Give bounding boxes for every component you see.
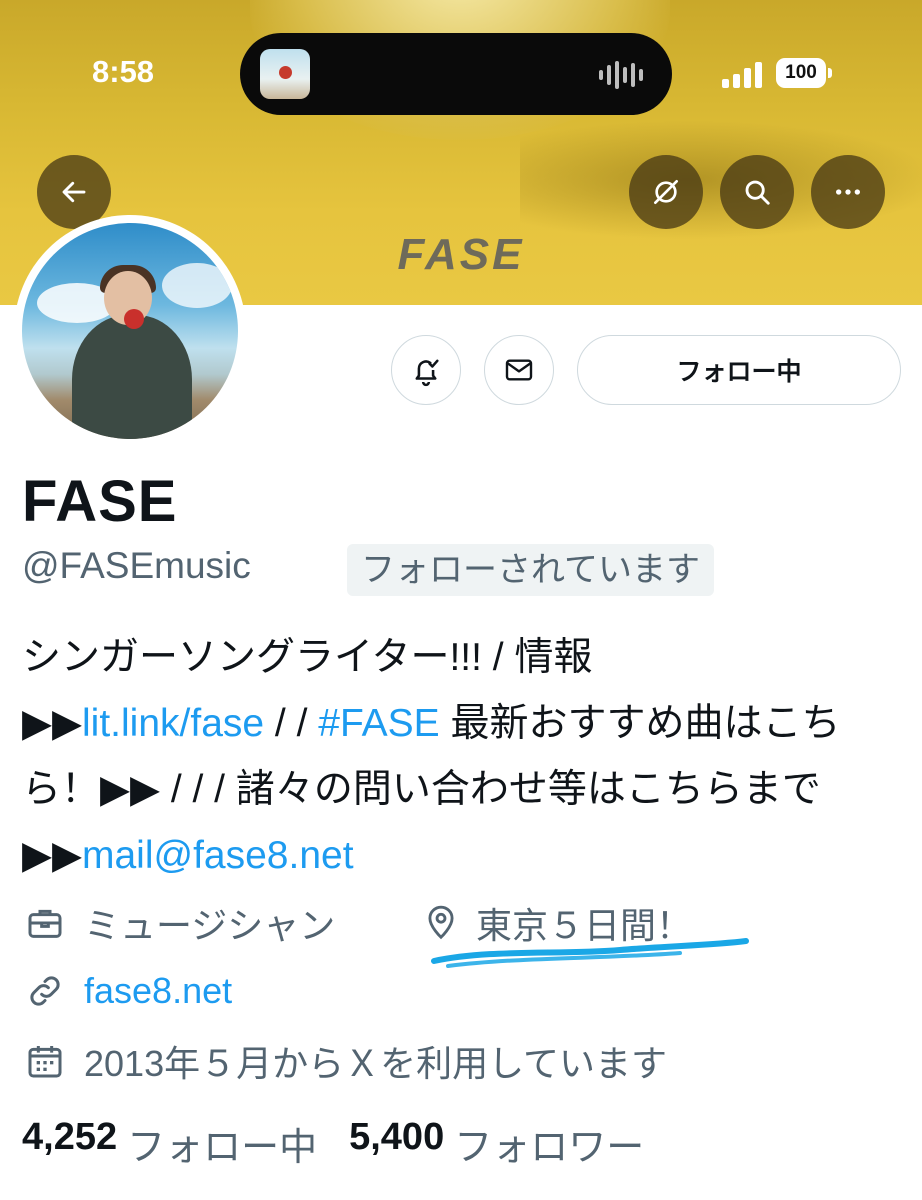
bio-hashtag-fase[interactable]: #FASE bbox=[318, 702, 439, 745]
now-playing-artwork bbox=[260, 49, 310, 99]
cellular-signal-icon bbox=[722, 62, 762, 88]
follows-you-badge: フォローされています bbox=[347, 544, 714, 596]
status-time: 8:58 bbox=[92, 54, 155, 89]
bio-link-litlink[interactable]: lit.link/fase bbox=[82, 702, 264, 745]
followers-count: 5,400 bbox=[349, 1116, 445, 1158]
battery-cap bbox=[828, 68, 832, 78]
battery-indicator: 100 bbox=[776, 58, 826, 88]
following-label: フォロー中 bbox=[127, 1127, 318, 1169]
search-button[interactable] bbox=[720, 155, 794, 229]
joined-row: 2013年５月からＸを利用しています bbox=[22, 1035, 667, 1087]
follow-stats: 4,252 フォロー中 5,400 フォロワー bbox=[22, 1116, 676, 1171]
profile-bio: シンガーソングライター!!! / 情報 ▶▶lit.link/fase / / … bbox=[22, 625, 912, 889]
link-icon bbox=[22, 968, 68, 1014]
username-handle: @FASEmusic bbox=[22, 545, 251, 586]
audio-waveform-icon bbox=[599, 61, 643, 89]
following-stat[interactable]: 4,252 フォロー中 bbox=[22, 1116, 317, 1171]
dynamic-island[interactable] bbox=[240, 33, 672, 115]
translate-icon bbox=[654, 180, 678, 204]
joined-date: 2013年５月からＸを利用しています bbox=[84, 1043, 668, 1084]
category-row: ミュージシャン bbox=[22, 897, 335, 949]
website-link[interactable]: fase8.net bbox=[84, 970, 232, 1012]
calendar-icon bbox=[22, 1038, 68, 1084]
search-icon bbox=[745, 180, 770, 205]
translate-button[interactable] bbox=[629, 155, 703, 229]
notifications-button[interactable] bbox=[391, 335, 461, 405]
annotation-underline bbox=[431, 938, 749, 968]
bio-text: / / bbox=[264, 702, 319, 745]
more-icon bbox=[836, 189, 860, 195]
display-name: FASE bbox=[22, 469, 178, 534]
bio-email-link[interactable]: mail@fase8.net bbox=[82, 834, 354, 877]
avatar-photo bbox=[22, 223, 238, 439]
followers-label: フォロワー bbox=[454, 1127, 645, 1169]
bell-check-icon bbox=[415, 359, 439, 387]
followers-stat[interactable]: 5,400 フォロワー bbox=[349, 1116, 644, 1171]
arrow-left-icon bbox=[62, 181, 86, 203]
profile-avatar[interactable] bbox=[14, 215, 246, 447]
more-button[interactable] bbox=[811, 155, 885, 229]
category-label: ミュージシャン bbox=[84, 905, 336, 946]
bio-text: ▶▶ bbox=[22, 702, 82, 745]
following-count: 4,252 bbox=[22, 1116, 118, 1158]
message-button[interactable] bbox=[484, 335, 554, 405]
following-button[interactable]: フォロー中 bbox=[577, 335, 901, 405]
briefcase-icon bbox=[22, 900, 68, 946]
bio-text: シンガーソングライター!!! / 情報 bbox=[22, 636, 593, 679]
envelope-icon bbox=[505, 359, 533, 381]
website-row[interactable]: fase8.net bbox=[22, 968, 232, 1014]
